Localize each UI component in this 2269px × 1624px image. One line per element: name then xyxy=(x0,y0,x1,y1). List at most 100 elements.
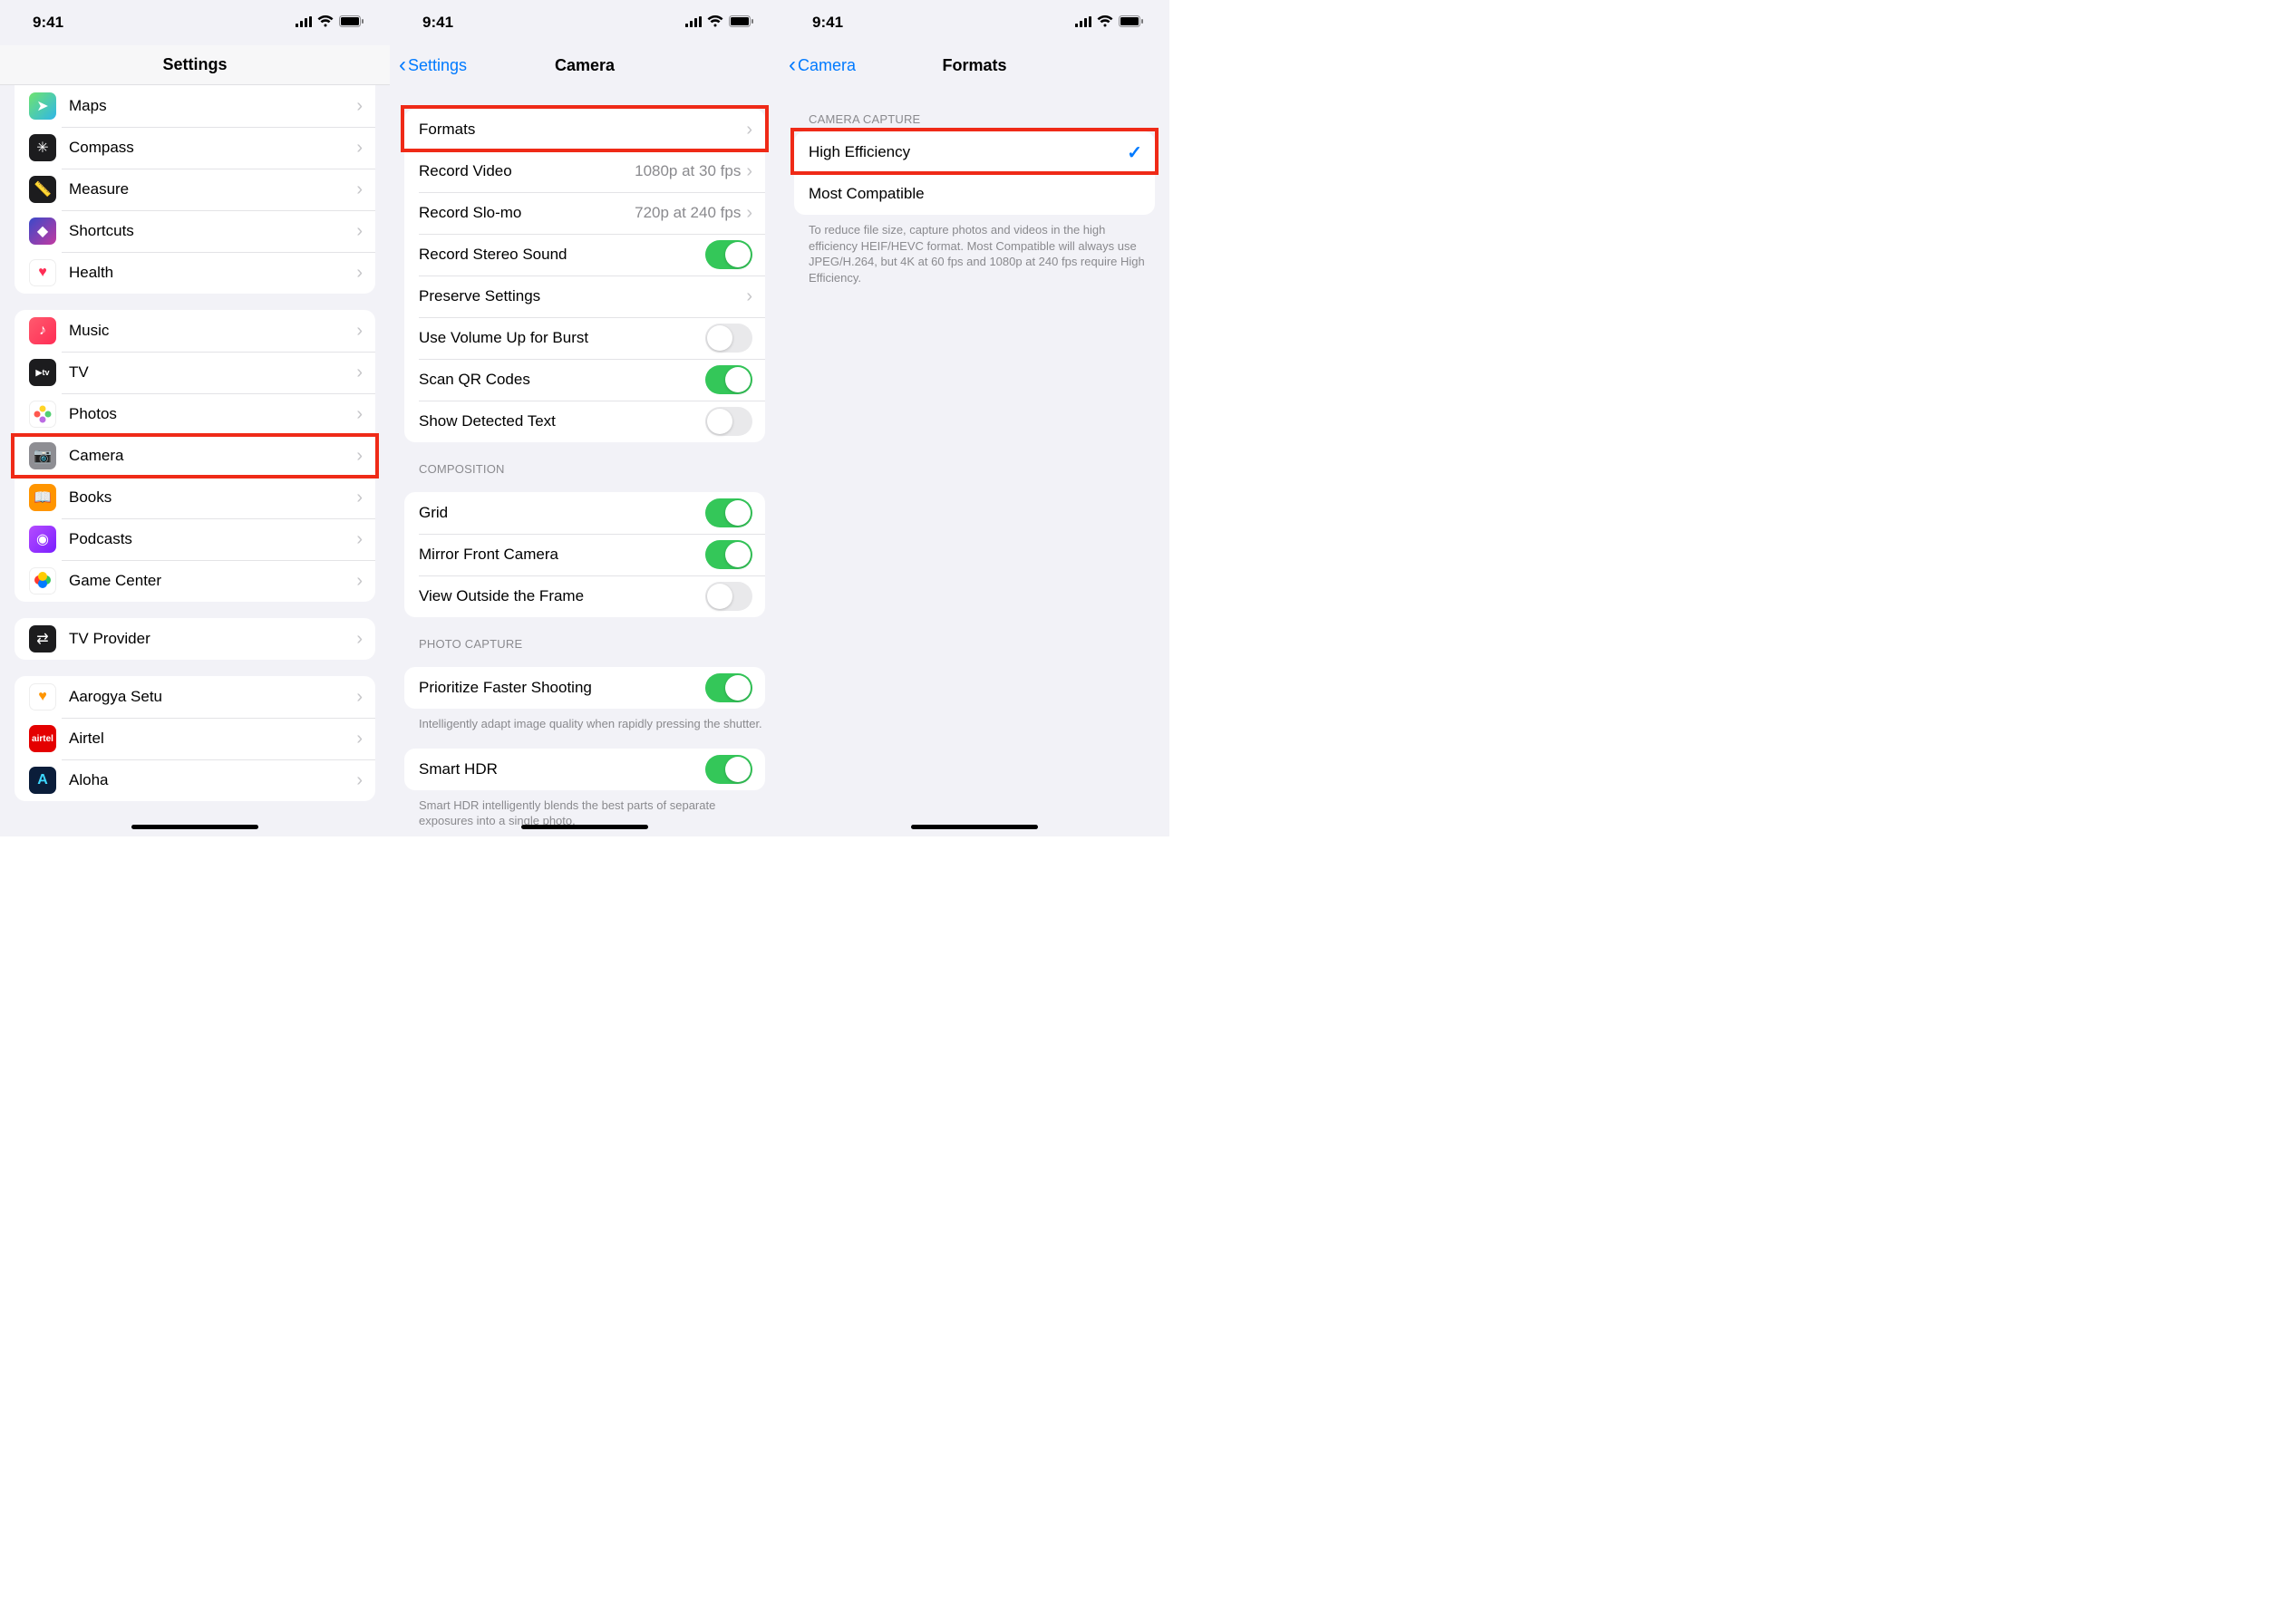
row-label: Smart HDR xyxy=(419,760,705,778)
toggle-switch[interactable] xyxy=(705,582,752,611)
status-time: 9:41 xyxy=(422,14,453,32)
chevron-right-icon: › xyxy=(356,446,363,467)
camera-row-view-outside-the-frame[interactable]: View Outside the Frame xyxy=(404,575,765,617)
back-button[interactable]: ‹ Camera xyxy=(780,54,856,76)
toggle-knob xyxy=(707,409,732,434)
settings-row-airtel[interactable]: airtelAirtel› xyxy=(15,718,375,759)
row-label: Prioritize Faster Shooting xyxy=(419,679,705,697)
nav-bar: Settings xyxy=(0,45,390,85)
section-footer: To reduce file size, capture photos and … xyxy=(809,222,1155,285)
formats-screen: 9:41 ‹ Camera Formats CAMERA CAPTUREHigh… xyxy=(780,0,1169,836)
back-label: Camera xyxy=(798,56,856,75)
camera-row-smart-hdr[interactable]: Smart HDR xyxy=(404,749,765,790)
chevron-right-icon: › xyxy=(356,629,363,650)
settings-row-health[interactable]: ♥Health› xyxy=(15,252,375,294)
toggle-switch[interactable] xyxy=(705,540,752,569)
back-button[interactable]: ‹ Settings xyxy=(390,54,467,76)
section-footer: Intelligently adapt image quality when r… xyxy=(419,716,765,732)
checkmark-icon: ✓ xyxy=(1127,141,1142,164)
row-label: Books xyxy=(69,488,356,507)
camera-row-preserve-settings[interactable]: Preserve Settings› xyxy=(404,276,765,317)
toggle-switch[interactable] xyxy=(705,365,752,394)
toggle-switch[interactable] xyxy=(705,324,752,353)
row-label: Grid xyxy=(419,504,705,522)
tvprovider-icon: ⇄ xyxy=(29,625,56,652)
settings-row-aarogya-setu[interactable]: ♥Aarogya Setu› xyxy=(15,676,375,718)
camera-row-record-stereo-sound[interactable]: Record Stereo Sound xyxy=(404,234,765,276)
toggle-switch[interactable] xyxy=(705,673,752,702)
row-label: Aloha xyxy=(69,771,356,789)
row-label: TV xyxy=(69,363,356,382)
camera-row-formats[interactable]: Formats› xyxy=(404,109,765,150)
cellular-icon xyxy=(685,14,702,32)
settings-row-measure[interactable]: 📏Measure› xyxy=(15,169,375,210)
format-option-most-compatible[interactable]: Most Compatible xyxy=(794,173,1155,215)
row-detail: 720p at 240 fps xyxy=(635,204,741,222)
camera-row-grid[interactable]: Grid xyxy=(404,492,765,534)
settings-row-camera[interactable]: 📷Camera› xyxy=(15,435,375,477)
home-indicator[interactable] xyxy=(521,825,648,829)
camera-section: Prioritize Faster Shooting xyxy=(404,667,765,709)
row-label: Music xyxy=(69,322,356,340)
settings-row-books[interactable]: 📖 Books› xyxy=(15,477,375,518)
camera-row-record-slo-mo[interactable]: Record Slo-mo720p at 240 fps› xyxy=(404,192,765,234)
settings-row-maps[interactable]: ➤Maps› xyxy=(15,85,375,127)
settings-row-shortcuts[interactable]: ◆Shortcuts› xyxy=(15,210,375,252)
camera-row-show-detected-text[interactable]: Show Detected Text xyxy=(404,401,765,442)
camera-row-mirror-front-camera[interactable]: Mirror Front Camera xyxy=(404,534,765,575)
toggle-knob xyxy=(725,675,751,701)
toggle-switch[interactable] xyxy=(705,498,752,527)
settings-row-tv[interactable]: ▶tvTV› xyxy=(15,352,375,393)
status-time: 9:41 xyxy=(812,14,843,32)
home-indicator[interactable] xyxy=(131,825,258,829)
home-indicator[interactable] xyxy=(911,825,1038,829)
status-bar: 9:41 xyxy=(0,0,390,45)
status-time: 9:41 xyxy=(33,14,63,32)
settings-row-game-center[interactable]: Game Center› xyxy=(15,560,375,602)
toggle-knob xyxy=(725,500,751,526)
settings-row-photos[interactable]: Photos› xyxy=(15,393,375,435)
toggle-knob xyxy=(725,367,751,392)
compass-icon: ✳︎ xyxy=(29,134,56,161)
settings-row-compass[interactable]: ✳︎Compass› xyxy=(15,127,375,169)
chevron-right-icon: › xyxy=(356,179,363,200)
toggle-switch[interactable] xyxy=(705,407,752,436)
settings-row-tv-provider[interactable]: ⇄TV Provider› xyxy=(15,618,375,660)
row-label: Health xyxy=(69,264,356,282)
row-label: Compass xyxy=(69,139,356,157)
chevron-right-icon: › xyxy=(746,286,752,307)
camera-row-scan-qr-codes[interactable]: Scan QR Codes xyxy=(404,359,765,401)
airtel-icon: airtel xyxy=(29,725,56,752)
toggle-knob xyxy=(725,757,751,782)
row-label: Most Compatible xyxy=(809,185,1142,203)
battery-icon xyxy=(339,14,364,32)
camera-row-record-video[interactable]: Record Video1080p at 30 fps› xyxy=(404,150,765,192)
books-icon: 📖 xyxy=(29,484,56,511)
chevron-right-icon: › xyxy=(356,96,363,117)
row-label: Maps xyxy=(69,97,356,115)
wifi-icon xyxy=(1097,14,1113,32)
settings-row-aloha[interactable]: AAloha› xyxy=(15,759,375,801)
settings-row-music[interactable]: ♪Music› xyxy=(15,310,375,352)
camera-row-use-volume-up-for-burst[interactable]: Use Volume Up for Burst xyxy=(404,317,765,359)
chevron-right-icon: › xyxy=(356,529,363,550)
shortcuts-icon: ◆ xyxy=(29,218,56,245)
measure-icon: 📏 xyxy=(29,176,56,203)
chevron-right-icon: › xyxy=(356,362,363,383)
toggle-knob xyxy=(707,584,732,609)
camera-row-prioritize-faster-shooting[interactable]: Prioritize Faster Shooting xyxy=(404,667,765,709)
cellular-icon xyxy=(296,14,312,32)
settings-group: ♥Aarogya Setu›airtelAirtel›AAloha› xyxy=(15,676,375,801)
chevron-right-icon: › xyxy=(356,221,363,242)
chevron-right-icon: › xyxy=(356,488,363,508)
chevron-right-icon: › xyxy=(356,321,363,342)
chevron-right-icon: › xyxy=(356,729,363,749)
camera-settings-screen: 9:41 ‹ Settings Camera Formats›Record Vi… xyxy=(390,0,780,836)
row-label: Record Stereo Sound xyxy=(419,246,705,264)
settings-row-podcasts[interactable]: ◉Podcasts› xyxy=(15,518,375,560)
format-option-high-efficiency[interactable]: High Efficiency✓ xyxy=(794,131,1155,173)
photos-icon xyxy=(29,401,56,428)
toggle-switch[interactable] xyxy=(705,240,752,269)
toggle-switch[interactable] xyxy=(705,755,752,784)
nav-title: Settings xyxy=(0,55,390,74)
